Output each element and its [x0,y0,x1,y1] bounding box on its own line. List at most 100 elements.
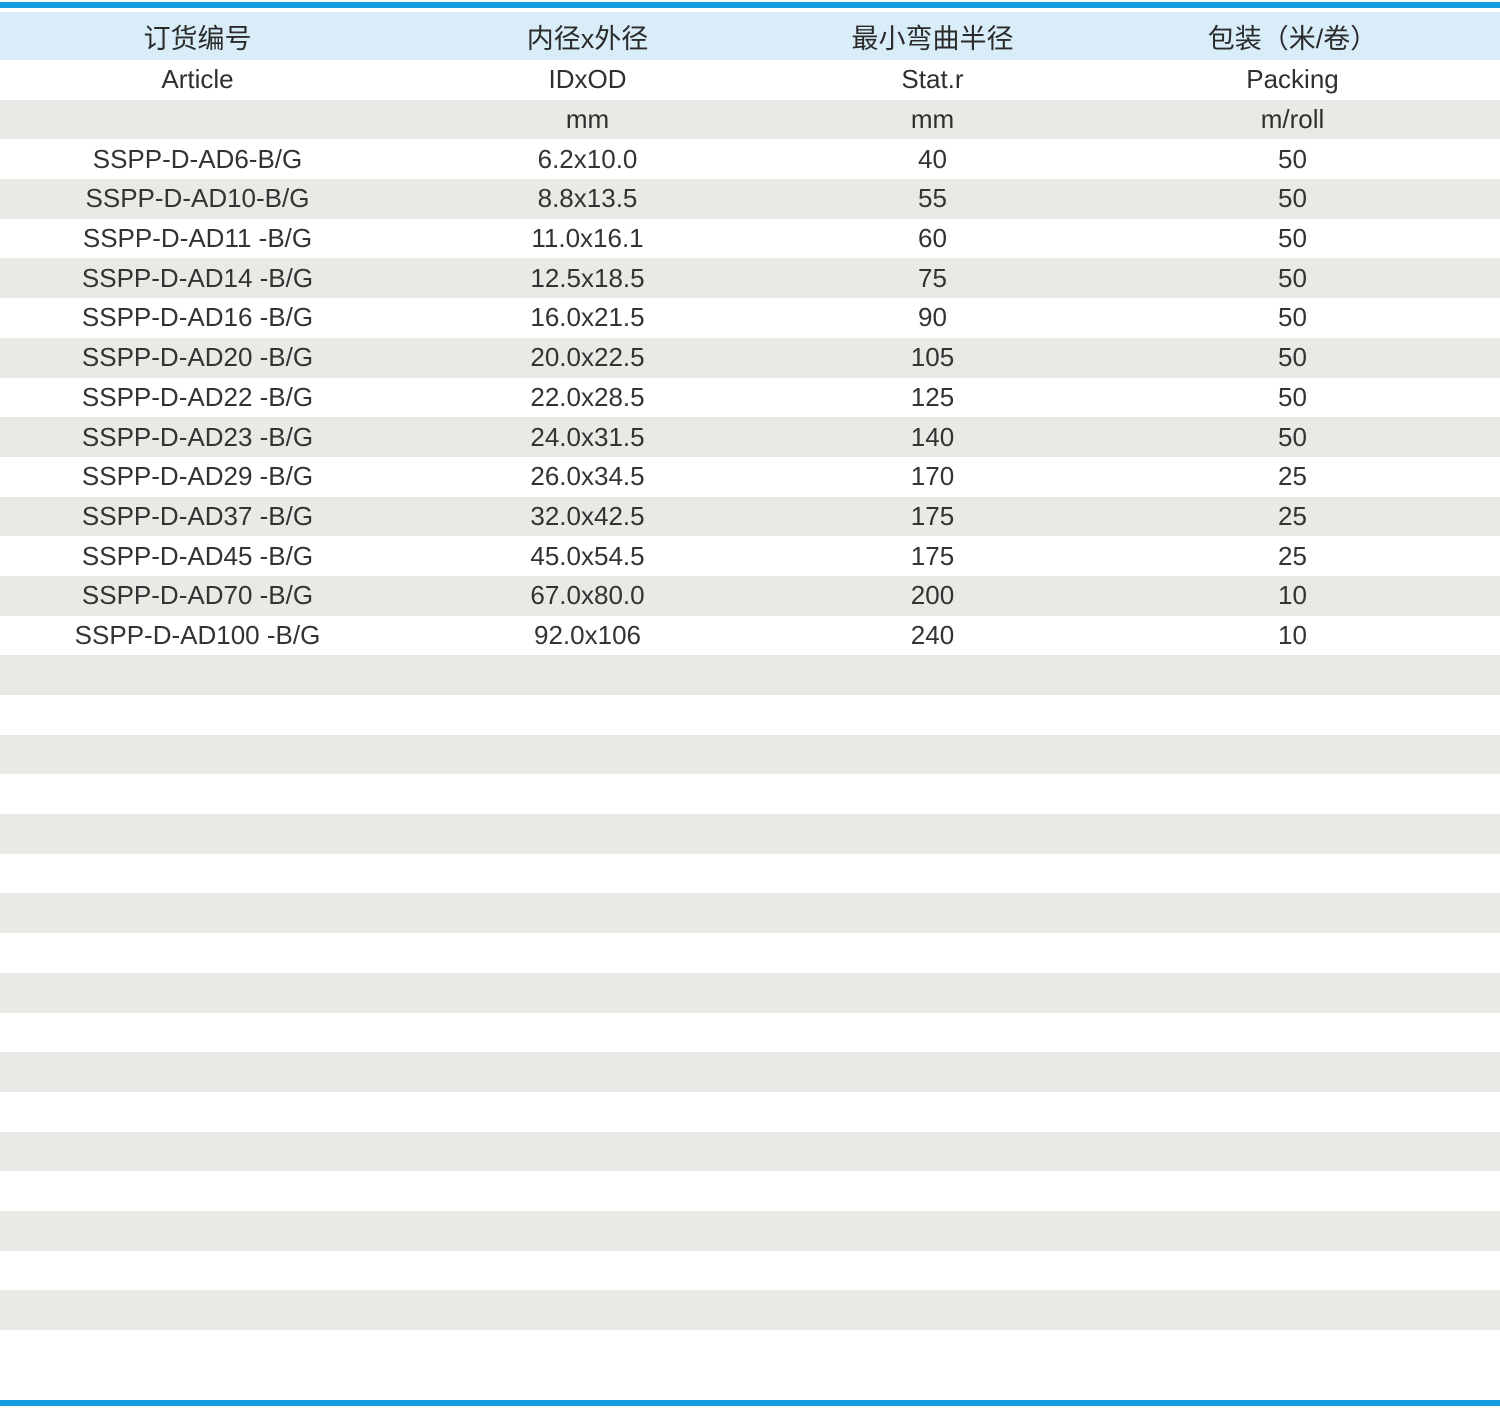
cell-statr: 75 [780,258,1085,298]
empty-row [0,1290,1500,1330]
cell-packing: 25 [1085,536,1500,576]
col-header-bendradius-zh: 最小弯曲半径 [780,12,1085,60]
cell-idod: 24.0x31.5 [395,417,780,457]
top-accent-line [0,2,1500,8]
cell-statr: 240 [780,616,1085,656]
cell-idod: 6.2x10.0 [395,139,780,179]
cell-article: SSPP-D-AD16 -B/G [0,298,395,338]
empty-row [0,1211,1500,1251]
cell-idod: 92.0x106 [395,616,780,656]
header-row-zh: 订货编号 内径x外径 最小弯曲半径 包装（米/卷） [0,12,1500,60]
cell-article: SSPP-D-AD29 -B/G [0,457,395,497]
cell-article: SSPP-D-AD45 -B/G [0,536,395,576]
col-header-idod-en: IDxOD [395,60,780,100]
cell-packing: 50 [1085,298,1500,338]
cell-packing: 25 [1085,457,1500,497]
table-row: SSPP-D-AD6-B/G 6.2x10.0 40 50 [0,139,1500,179]
empty-row [0,774,1500,814]
cell-idod: 12.5x18.5 [395,258,780,298]
table-row: SSPP-D-AD20 -B/G 20.0x22.5 105 50 [0,338,1500,378]
empty-row [0,655,1500,695]
cell-packing: 50 [1085,179,1500,219]
empty-row [0,695,1500,735]
cell-statr: 55 [780,179,1085,219]
cell-statr: 170 [780,457,1085,497]
cell-packing: 50 [1085,219,1500,259]
col-header-article-zh: 订货编号 [0,12,395,60]
cell-statr: 175 [780,536,1085,576]
col-header-article-en: Article [0,60,395,100]
header-row-units: mm mm m/roll [0,100,1500,140]
col-unit-bendradius: mm [780,100,1085,140]
cell-packing: 50 [1085,139,1500,179]
col-header-idod-zh: 内径x外径 [395,12,780,60]
empty-row [0,893,1500,933]
cell-idod: 32.0x42.5 [395,497,780,537]
cell-statr: 200 [780,576,1085,616]
table-row: SSPP-D-AD14 -B/G 12.5x18.5 75 50 [0,258,1500,298]
cell-statr: 140 [780,417,1085,457]
table-row: SSPP-D-AD37 -B/G 32.0x42.5 175 25 [0,497,1500,537]
cell-statr: 125 [780,378,1085,418]
empty-row [0,933,1500,973]
table-row: SSPP-D-AD11 -B/G 11.0x16.1 60 50 [0,219,1500,259]
cell-statr: 175 [780,497,1085,537]
cell-packing: 50 [1085,258,1500,298]
empty-row [0,814,1500,854]
cell-statr: 105 [780,338,1085,378]
cell-idod: 45.0x54.5 [395,536,780,576]
cell-packing: 10 [1085,576,1500,616]
table-row: SSPP-D-AD16 -B/G 16.0x21.5 90 50 [0,298,1500,338]
cell-article: SSPP-D-AD14 -B/G [0,258,395,298]
table-row: SSPP-D-AD22 -B/G 22.0x28.5 125 50 [0,378,1500,418]
col-header-packing-zh: 包装（米/卷） [1085,12,1500,60]
cell-article: SSPP-D-AD6-B/G [0,139,395,179]
empty-row [0,973,1500,1013]
empty-row [0,1171,1500,1211]
empty-row [0,735,1500,775]
empty-row [0,1052,1500,1092]
col-header-packing-en: Packing [1085,60,1500,100]
cell-article: SSPP-D-AD100 -B/G [0,616,395,656]
col-unit-packing: m/roll [1085,100,1500,140]
table-row: SSPP-D-AD70 -B/G 67.0x80.0 200 10 [0,576,1500,616]
cell-article: SSPP-D-AD10-B/G [0,179,395,219]
cell-idod: 67.0x80.0 [395,576,780,616]
cell-idod: 16.0x21.5 [395,298,780,338]
header-row-en: Article IDxOD Stat.r Packing [0,60,1500,100]
col-unit-article [0,100,395,140]
empty-row [0,854,1500,894]
table-row: SSPP-D-AD100 -B/G 92.0x106 240 10 [0,616,1500,656]
table-row: SSPP-D-AD10-B/G 8.8x13.5 55 50 [0,179,1500,219]
cell-packing: 25 [1085,497,1500,537]
cell-statr: 40 [780,139,1085,179]
cell-packing: 50 [1085,338,1500,378]
col-unit-idod: mm [395,100,780,140]
col-header-bendradius-en: Stat.r [780,60,1085,100]
cell-idod: 20.0x22.5 [395,338,780,378]
empty-row [0,1013,1500,1053]
cell-article: SSPP-D-AD20 -B/G [0,338,395,378]
table-row: SSPP-D-AD29 -B/G 26.0x34.5 170 25 [0,457,1500,497]
cell-article: SSPP-D-AD70 -B/G [0,576,395,616]
cell-packing: 50 [1085,378,1500,418]
cell-packing: 50 [1085,417,1500,457]
cell-article: SSPP-D-AD11 -B/G [0,219,395,259]
cell-article: SSPP-D-AD22 -B/G [0,378,395,418]
cell-packing: 10 [1085,616,1500,656]
table-row: SSPP-D-AD45 -B/G 45.0x54.5 175 25 [0,536,1500,576]
cell-article: SSPP-D-AD23 -B/G [0,417,395,457]
cell-statr: 60 [780,219,1085,259]
cell-idod: 11.0x16.1 [395,219,780,259]
empty-row [0,1132,1500,1172]
bottom-accent-line [0,1400,1500,1406]
cell-idod: 26.0x34.5 [395,457,780,497]
table-row: SSPP-D-AD23 -B/G 24.0x31.5 140 50 [0,417,1500,457]
cell-article: SSPP-D-AD37 -B/G [0,497,395,537]
cell-statr: 90 [780,298,1085,338]
spec-table: 订货编号 内径x外径 最小弯曲半径 包装（米/卷） Article IDxOD … [0,12,1500,1370]
cell-idod: 8.8x13.5 [395,179,780,219]
empty-row [0,1251,1500,1291]
empty-row [0,1330,1500,1370]
empty-row [0,1092,1500,1132]
